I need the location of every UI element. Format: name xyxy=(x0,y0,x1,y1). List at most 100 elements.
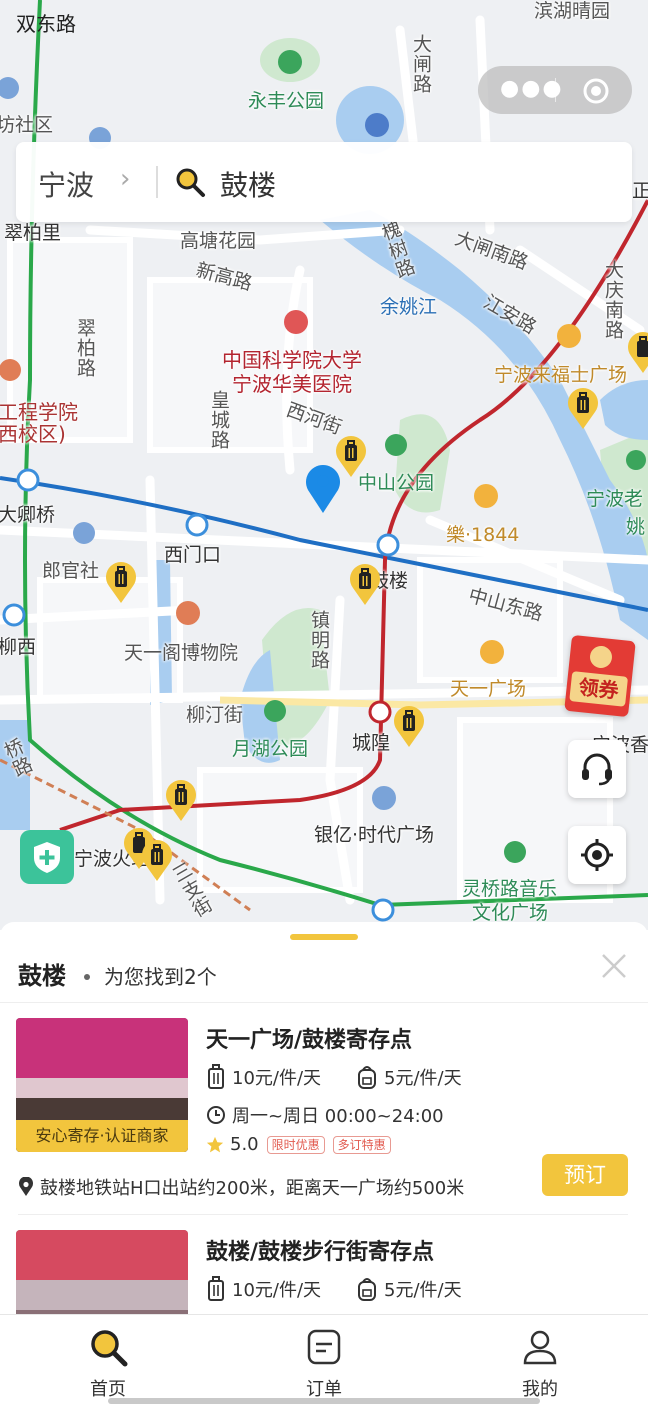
clock-icon xyxy=(207,1106,225,1124)
map-label: 城隍 xyxy=(352,732,391,754)
storage-result-card[interactable]: 安心寄存·认证商家 天一广场/鼓楼寄存点 10元/件/天 5元/件/天 周一~周… xyxy=(0,1002,648,1215)
hours-text: 周一~周日 00:00~24:00 xyxy=(232,1106,444,1127)
map-label: 柳西 xyxy=(0,636,37,658)
tab-orders[interactable]: 订单 xyxy=(264,1323,384,1400)
map-label: 镇明路 xyxy=(308,610,330,670)
map-label: 中山公园 xyxy=(358,472,435,494)
luggage-price: 10元/件/天 xyxy=(206,1276,321,1302)
location-pin-icon xyxy=(19,1177,33,1196)
map-label: 樂·1844 xyxy=(446,524,520,546)
suitcase-icon xyxy=(208,1276,224,1301)
map-label: 正 xyxy=(632,180,648,202)
map-label: 西门口 xyxy=(164,544,222,566)
orders-icon xyxy=(307,1329,341,1365)
bag-price-text: 5元/件/天 xyxy=(384,1280,462,1301)
bag-price: 5元/件/天 xyxy=(356,1064,462,1090)
star-icon xyxy=(206,1136,224,1152)
rating-row: 5.0 限时优惠 多订特惠 xyxy=(206,1134,391,1155)
store-photo: 安心寄存·认证商家 xyxy=(16,1018,188,1152)
status-location-text: 双东路 xyxy=(16,12,76,36)
map-label: 月湖公园 xyxy=(232,738,309,760)
customer-service-button[interactable] xyxy=(568,740,626,798)
luggage-price-text: 10元/件/天 xyxy=(232,1068,322,1089)
map-label: 宁波华美医院 xyxy=(232,372,352,396)
map-label: 翠柏里 xyxy=(4,222,62,244)
map-label: 郎官社 xyxy=(42,560,100,582)
bottom-tab-bar: 首页 订单 我的 xyxy=(0,1314,648,1405)
opening-hours: 周一~周日 00:00~24:00 xyxy=(206,1102,444,1128)
search-bar[interactable]: 宁波 › 鼓楼 xyxy=(16,142,632,222)
results-sheet[interactable]: 鼓楼 为您找到2个 安心寄存·认证商家 天一广场/鼓楼寄存点 10元/件/天 5元… xyxy=(0,922,648,1314)
results-header: 鼓楼 为您找到2个 xyxy=(18,956,217,992)
search-divider xyxy=(156,166,158,198)
results-count: 为您找到2个 xyxy=(104,965,217,989)
map-label: 宁波来福士广场 xyxy=(494,364,628,386)
bullet-dot xyxy=(84,974,90,980)
bag-price-text: 5元/件/天 xyxy=(384,1068,462,1089)
luggage-pin-icon[interactable] xyxy=(140,838,174,882)
map-label: 大闸路 xyxy=(410,34,432,94)
map-label: 滨湖晴园 xyxy=(534,0,611,22)
storage-result-card[interactable]: 鼓楼/鼓楼步行街寄存点 10元/件/天 5元/件/天 xyxy=(0,1214,648,1314)
map-label: 姚 xyxy=(626,516,646,538)
location-marker-icon xyxy=(306,465,340,513)
map-label: 永丰公园 xyxy=(248,90,325,112)
luggage-price: 10元/件/天 xyxy=(206,1064,321,1090)
map-label: 皇城路 xyxy=(208,390,230,450)
sheet-drag-handle[interactable] xyxy=(290,934,358,940)
map-view[interactable]: 双东路 永丰公园 滨湖晴园 大闸路 坊社区 翠柏里 高塘花园 新高路 槐树路 大… xyxy=(0,0,648,930)
bag-price: 5元/件/天 xyxy=(356,1276,462,1302)
address-row: 鼓楼地铁站H口出站约200米，距离天一广场约500米 xyxy=(18,1174,464,1200)
tab-home[interactable]: 首页 xyxy=(48,1323,168,1400)
search-icon xyxy=(176,168,205,197)
capsule-divider xyxy=(555,78,556,102)
rating-value: 5.0 xyxy=(230,1134,259,1155)
map-label: 翠柏路 xyxy=(74,318,96,378)
suitcase-icon xyxy=(208,1064,224,1089)
miniprogram-capsule: ●●● xyxy=(478,66,632,114)
store-title: 天一广场/鼓楼寄存点 xyxy=(206,1028,413,1053)
user-icon xyxy=(523,1330,557,1365)
coupon-label: 领券 xyxy=(569,671,629,707)
luggage-pin-icon[interactable] xyxy=(626,330,648,374)
backpack-icon xyxy=(358,1278,376,1301)
close-icon[interactable] xyxy=(600,952,628,980)
book-button[interactable]: 预订 xyxy=(542,1154,628,1196)
map-label: 银亿·时代广场 xyxy=(314,824,435,846)
backpack-icon xyxy=(358,1066,376,1089)
coupon-icon xyxy=(588,644,614,670)
promo-tag: 多订特惠 xyxy=(332,1135,391,1154)
map-label: 灵桥路音乐 xyxy=(462,878,558,900)
map-label: 高塘花园 xyxy=(180,230,257,252)
close-miniprogram-icon[interactable] xyxy=(582,77,610,105)
headset-icon xyxy=(582,753,612,786)
home-indicator xyxy=(108,1398,540,1404)
luggage-pin-icon[interactable] xyxy=(392,704,426,748)
city-selector[interactable]: 宁波 xyxy=(38,164,94,204)
promo-tag: 限时优惠 xyxy=(266,1135,325,1154)
map-label: 坊社区 xyxy=(0,114,54,136)
map-label: 天一阁博物院 xyxy=(124,642,239,664)
map-label: 宁波老 xyxy=(586,488,644,510)
search-icon xyxy=(91,1330,128,1367)
luggage-pin-icon[interactable] xyxy=(348,562,382,606)
store-title: 鼓楼/鼓楼步行街寄存点 xyxy=(206,1240,435,1265)
map-label: 天一广场 xyxy=(450,678,527,700)
tab-mine[interactable]: 我的 xyxy=(480,1323,600,1400)
locate-me-button[interactable] xyxy=(568,826,626,884)
search-input[interactable]: 鼓楼 xyxy=(220,164,276,204)
luggage-pin-icon[interactable] xyxy=(164,778,198,822)
coupon-button[interactable]: 领券 xyxy=(564,634,636,718)
map-label: 柳汀街 xyxy=(186,704,244,726)
safety-guarantee-button[interactable] xyxy=(20,830,74,884)
map-label: 大卿桥 xyxy=(0,504,56,526)
crosshair-icon xyxy=(581,839,613,871)
certified-badge: 安心寄存·认证商家 xyxy=(16,1120,188,1152)
address-text: 鼓楼地铁站H口出站约200米，距离天一广场约500米 xyxy=(40,1178,465,1199)
luggage-price-text: 10元/件/天 xyxy=(232,1280,322,1301)
luggage-pin-icon[interactable] xyxy=(566,386,600,430)
luggage-pin-icon[interactable] xyxy=(104,560,138,604)
chevron-right-icon: › xyxy=(120,164,131,194)
shield-icon xyxy=(34,842,60,873)
map-label: 大庆南路 xyxy=(602,260,624,340)
